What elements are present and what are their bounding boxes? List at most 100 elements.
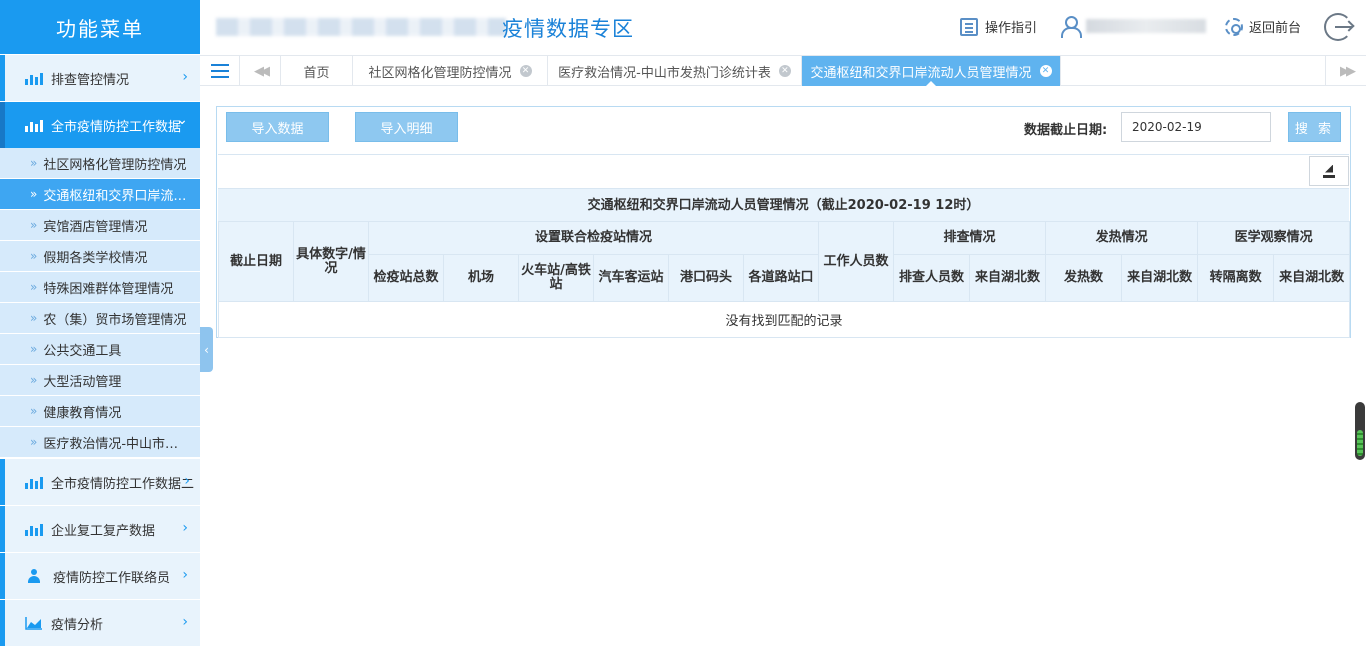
search-button[interactable]: 搜 索 bbox=[1288, 112, 1341, 142]
col-group-checkpoint: 设置联合检疫站情况 bbox=[367, 221, 820, 255]
sidebar-item-label: 大型活动管理 bbox=[43, 374, 122, 390]
guide-icon bbox=[960, 17, 978, 36]
sidebar-item-label: 健康教育情况 bbox=[43, 405, 122, 421]
page-title: 疫情数据专区 bbox=[502, 17, 634, 41]
chevron-left-icon: ‹ bbox=[204, 342, 209, 357]
tab-community-grid[interactable]: 社区网格化管理防控情况 ✕ bbox=[353, 56, 548, 86]
redacted-org-name bbox=[216, 18, 506, 36]
double-chevron-icon: » bbox=[30, 373, 38, 387]
sidebar-item-label: 特殊困难群体管理情况 bbox=[43, 281, 174, 297]
sidebar-item-public-transport[interactable]: » 公共交通工具 bbox=[0, 334, 200, 365]
scroll-indicator[interactable] bbox=[1355, 402, 1365, 460]
chevron-right-icon: › bbox=[182, 520, 188, 536]
user-info[interactable] bbox=[1060, 15, 1206, 38]
col-group-observation: 医学观察情况 bbox=[1197, 221, 1351, 255]
gear-icon bbox=[1225, 17, 1243, 36]
header: 疫情数据专区 操作指引 返回前台 bbox=[200, 0, 1366, 55]
col-header: 转隔离数 bbox=[1197, 254, 1275, 302]
close-icon[interactable]: ✕ bbox=[778, 65, 791, 77]
back-to-front-button[interactable]: 返回前台 bbox=[1225, 17, 1301, 36]
sidebar-group-label: 企业复工复产数据 bbox=[51, 523, 156, 539]
sidebar-item-label: 社区网格化管理防控情况 bbox=[43, 157, 187, 173]
export-button[interactable] bbox=[1309, 156, 1349, 186]
sidebar-brand: 功能菜单 bbox=[0, 0, 200, 54]
col-header-specific-number: 具体数字/情况 bbox=[293, 221, 369, 302]
bar-chart-icon bbox=[25, 475, 43, 489]
sidebar-item-label: 公共交通工具 bbox=[43, 343, 122, 359]
import-data-button[interactable]: 导入数据 bbox=[226, 112, 329, 142]
empty-message: 没有找到匹配的记录 bbox=[217, 301, 1351, 338]
chevron-right-icon: › bbox=[182, 567, 188, 583]
col-header: 来自湖北数 bbox=[1273, 254, 1351, 302]
tab-scroll-left-button[interactable]: ◀◀ bbox=[240, 56, 281, 86]
person-icon bbox=[27, 569, 41, 583]
double-chevron-icon: » bbox=[30, 249, 38, 263]
table-title: 交通枢纽和交界口岸流动人员管理情况（截止2020-02-19 12时） bbox=[218, 188, 1349, 221]
double-chevron-icon: » bbox=[30, 187, 38, 201]
col-header: 各道路站口 bbox=[742, 254, 820, 302]
double-right-arrow-icon: ▶▶ bbox=[1340, 63, 1356, 79]
tab-scroll-right-button[interactable]: ▶▶ bbox=[1325, 56, 1366, 86]
chevron-down-icon: ⌄ bbox=[176, 112, 188, 128]
tab-label: 医疗救治情况-中山市发热门诊统计表 bbox=[558, 65, 771, 81]
bar-chart-icon bbox=[25, 118, 43, 132]
tab-label: 社区网格化管理防控情况 bbox=[368, 65, 512, 81]
double-chevron-icon: » bbox=[30, 342, 38, 356]
redacted-username bbox=[1086, 19, 1206, 33]
close-icon[interactable]: ✕ bbox=[1039, 65, 1052, 77]
sidebar-item-medical-treatment[interactable]: » 医疗救治情况-中山市… bbox=[0, 427, 200, 458]
sidebar-item-special-groups[interactable]: » 特殊困难群体管理情况 bbox=[0, 272, 200, 303]
tab-label: 首页 bbox=[303, 65, 330, 81]
sidebar-item-transport-hub[interactable]: » 交通枢纽和交界口岸流… bbox=[0, 179, 200, 210]
sidebar-item-community-grid[interactable]: » 社区网格化管理防控情况 bbox=[0, 148, 200, 179]
sidebar-group-label: 全市疫情防控工作数据 bbox=[51, 119, 182, 135]
sidebar-group-label: 疫情防控工作联络员 bbox=[53, 570, 171, 586]
tab-transport-hub[interactable]: 交通枢纽和交界口岸流动人员管理情况 ✕ bbox=[802, 56, 1061, 86]
sidebar-item-label: 交通枢纽和交界口岸流… bbox=[43, 188, 187, 204]
user-icon bbox=[1060, 15, 1082, 38]
sidebar-group-label: 疫情分析 bbox=[51, 617, 104, 633]
col-header: 来自湖北数 bbox=[969, 254, 1047, 302]
guide-label: 操作指引 bbox=[985, 21, 1038, 36]
date-input[interactable] bbox=[1121, 112, 1271, 142]
sidebar-group-liaison[interactable]: 疫情防控工作联络员 › bbox=[0, 553, 200, 599]
double-chevron-icon: » bbox=[30, 435, 38, 449]
col-header: 机场 bbox=[443, 254, 519, 302]
sidebar-group-enterprise-resumption[interactable]: 企业复工复产数据 › bbox=[0, 506, 200, 552]
col-header-cutoff-date: 截止日期 bbox=[218, 221, 294, 302]
col-header-staff-count: 工作人员数 bbox=[818, 221, 895, 302]
double-chevron-icon: » bbox=[30, 404, 38, 418]
double-chevron-icon: » bbox=[30, 280, 38, 294]
sidebar-group-city-epidemic-data[interactable]: 全市疫情防控工作数据 ⌄ bbox=[0, 102, 200, 148]
data-table-wrapper: 交通枢纽和交界口岸流动人员管理情况（截止2020-02-19 12时） 截止日期… bbox=[217, 154, 1351, 338]
sidebar-item-health-education[interactable]: » 健康教育情况 bbox=[0, 396, 200, 427]
chevron-right-icon: › bbox=[182, 69, 188, 85]
sidebar-collapse-handle[interactable]: ‹ bbox=[200, 327, 213, 372]
sidebar-item-schools[interactable]: » 假期各类学校情况 bbox=[0, 241, 200, 272]
col-header: 港口码头 bbox=[668, 254, 744, 302]
col-header: 检疫站总数 bbox=[368, 254, 444, 302]
tab-home[interactable]: 首页 bbox=[281, 56, 353, 86]
date-label: 数据截止日期: bbox=[1024, 123, 1108, 138]
close-icon[interactable]: ✕ bbox=[519, 65, 532, 77]
content-panel: 导入数据 导入明细 数据截止日期: 搜 索 交通枢纽和交界口岸流动人员管理情况（… bbox=[216, 106, 1351, 338]
sidebar-group-analysis[interactable]: 疫情分析 › bbox=[0, 600, 200, 646]
sidebar-item-label: 农（集）贸市场管理情况 bbox=[43, 312, 187, 328]
col-group-fever: 发热情况 bbox=[1045, 221, 1199, 255]
back-label: 返回前台 bbox=[1249, 21, 1302, 36]
sidebar-group-screening-control[interactable]: 排查管控情况 › bbox=[0, 55, 200, 101]
sidebar-item-hotel[interactable]: » 宾馆酒店管理情况 bbox=[0, 210, 200, 241]
sidebar-group-label: 排查管控情况 bbox=[51, 72, 130, 88]
menu-toggle-button[interactable] bbox=[200, 56, 240, 86]
chevron-right-icon: › bbox=[182, 614, 188, 630]
sidebar-item-large-events[interactable]: » 大型活动管理 bbox=[0, 365, 200, 396]
sidebar-submenu: » 社区网格化管理防控情况 » 交通枢纽和交界口岸流… » 宾馆酒店管理情况 » 假期各… bbox=[0, 148, 200, 458]
sidebar-item-markets[interactable]: » 农（集）贸市场管理情况 bbox=[0, 303, 200, 334]
logout-icon[interactable] bbox=[1324, 13, 1352, 41]
sidebar-group-city-epidemic-data-2[interactable]: 全市疫情防控工作数据二 › bbox=[0, 459, 200, 505]
sidebar-item-label: 宾馆酒店管理情况 bbox=[43, 219, 148, 235]
import-detail-button[interactable]: 导入明细 bbox=[355, 112, 458, 142]
export-icon bbox=[1323, 165, 1335, 178]
tab-medical-fever-clinic[interactable]: 医疗救治情况-中山市发热门诊统计表 ✕ bbox=[548, 56, 802, 86]
guide-button[interactable]: 操作指引 bbox=[960, 17, 1037, 36]
